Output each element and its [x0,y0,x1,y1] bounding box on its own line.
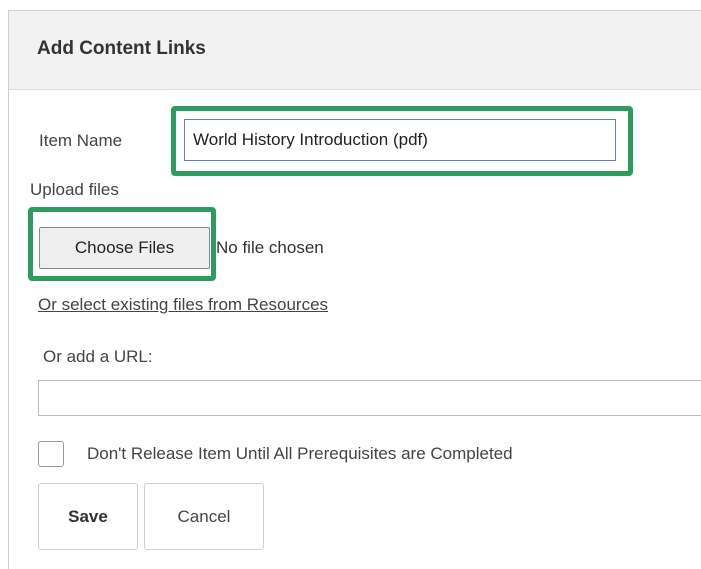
cancel-button[interactable]: Cancel [144,483,264,550]
url-input[interactable] [38,380,701,416]
panel-header: Add Content Links [9,11,701,90]
prerequisites-checkbox-label: Don't Release Item Until All Prerequisit… [87,444,513,463]
select-from-resources-link[interactable]: Or select existing files from Resources [38,295,328,315]
item-name-input[interactable] [184,119,616,161]
url-label: Or add a URL: [43,347,153,366]
prerequisites-checkbox[interactable] [38,441,64,467]
upload-files-label: Upload files [30,180,119,199]
item-name-label: Item Name [39,131,123,150]
save-button[interactable]: Save [38,483,138,550]
choose-files-button[interactable]: Choose Files [39,227,210,269]
panel-title: Add Content Links [37,38,206,59]
file-status-text: No file chosen [216,238,324,257]
